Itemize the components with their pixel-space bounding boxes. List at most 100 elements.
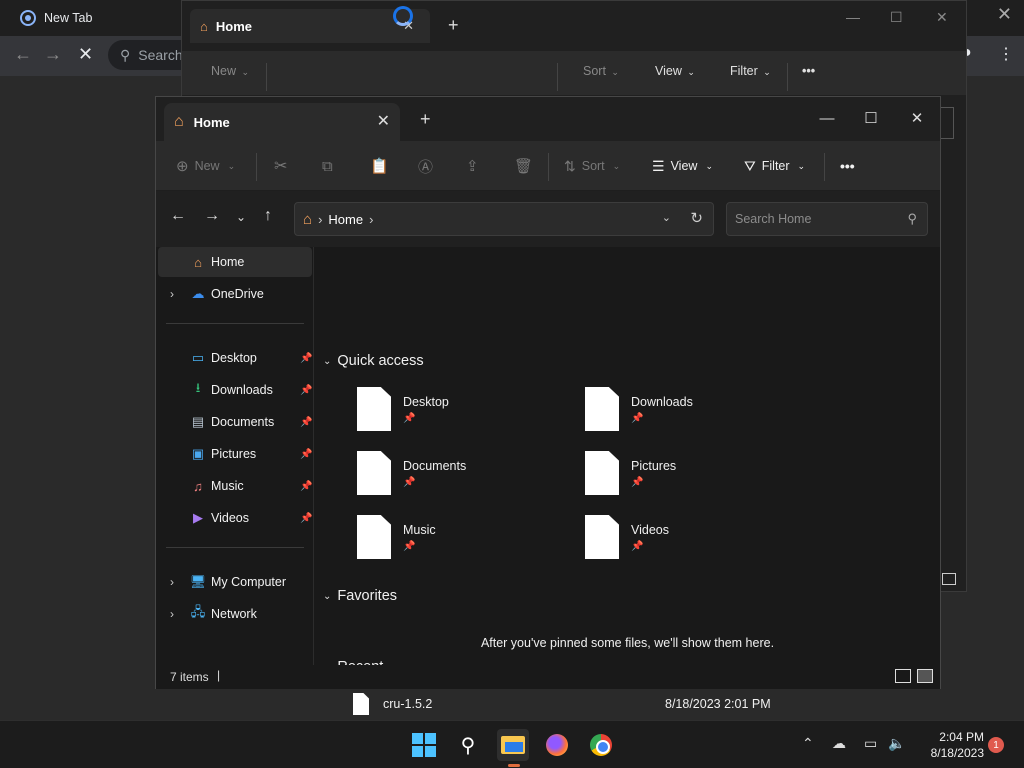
new-button[interactable]: ⊕ New ⌄ — [176, 141, 235, 191]
address-history-icon[interactable]: ⌄ — [662, 211, 671, 224]
start-button[interactable] — [408, 729, 440, 761]
chrome-icon — [590, 734, 612, 756]
sort-button[interactable]: ⇅ Sort ⌄ — [564, 141, 620, 191]
chevron-right-icon[interactable]: › — [170, 287, 174, 301]
browser-forward-icon[interactable]: → — [44, 44, 62, 65]
chrome-favicon-icon — [20, 10, 36, 26]
bg-view-toggle-icon[interactable] — [942, 573, 956, 585]
recent-locations-icon[interactable]: ⌄ — [236, 210, 246, 224]
computer-icon: 🖥 — [189, 574, 207, 589]
sidebar-item-my-computer[interactable]: › 🖥 My Computer — [158, 567, 312, 597]
pictures-icon: ▣ — [191, 446, 205, 461]
search-input[interactable]: Search Home ⚲ — [726, 202, 928, 236]
quick-access-item[interactable]: Music 📌 — [357, 515, 557, 565]
section-quick-access[interactable]: ⌄ Quick access — [323, 353, 424, 369]
bg-new-button[interactable]: New ⌄ — [211, 64, 249, 78]
show-hidden-icons-icon[interactable]: ⌃ — [802, 735, 814, 752]
item-count: 7 items — [170, 670, 209, 684]
file-icon — [357, 387, 391, 431]
desktop-icon: ▭ — [191, 350, 205, 365]
taskbar-firefox[interactable] — [541, 729, 573, 761]
bg-tab-label: Home — [215, 18, 252, 34]
bg-more-button[interactable]: ••• — [802, 64, 815, 78]
back-icon[interactable]: ← — [170, 207, 186, 225]
sidebar-item-documents[interactable]: ▤ Documents 📌 — [158, 407, 313, 437]
taskbar-search-icon[interactable]: ⚲ — [452, 729, 484, 761]
file-icon — [585, 387, 619, 431]
copy-icon[interactable]: ⧉ — [322, 141, 333, 191]
new-tab-icon[interactable]: + — [420, 109, 431, 130]
browser-stop-icon[interactable]: ✕ — [78, 44, 93, 65]
address-bar[interactable]: ⌂ › Home › ⌄ ↻ — [294, 202, 714, 236]
taskbar-file-explorer[interactable] — [497, 729, 529, 761]
sidebar-item-downloads[interactable]: ⭳ Downloads 📌 — [158, 375, 313, 405]
explorer-titlebar: ⌂ Home ✕ + — ☐ ✕ — [156, 97, 940, 141]
tab-close-icon[interactable]: ✕ — [377, 111, 390, 131]
pin-icon: 📌 — [300, 384, 313, 396]
browser-tab[interactable]: New Tab — [8, 4, 188, 32]
refresh-icon[interactable]: ↻ — [690, 209, 703, 227]
sidebar-item-desktop[interactable]: ▭ Desktop 📌 — [158, 343, 313, 373]
downloads-icon: ⭳ — [195, 380, 201, 395]
bg-minimize-icon[interactable]: — — [846, 9, 860, 25]
delete-icon[interactable]: 🗑 — [514, 141, 533, 191]
sidebar-item-home[interactable]: ⌂ Home — [158, 247, 312, 277]
sidebar-item-network[interactable]: › 🖧 Network — [158, 599, 312, 629]
volume-icon[interactable]: 🔈 — [888, 735, 905, 752]
browser-back-icon[interactable]: ← — [14, 44, 32, 65]
minimize-icon[interactable]: — — [804, 103, 850, 133]
bg-view-button[interactable]: View ⌄ — [655, 64, 695, 78]
filter-button[interactable]: ⛛ Filter ⌄ — [744, 141, 805, 191]
sidebar-item-onedrive[interactable]: › ☁ OneDrive — [158, 279, 312, 309]
tiles-view-icon[interactable] — [917, 669, 933, 683]
section-favorites[interactable]: ⌄ Favorites — [323, 588, 397, 604]
chevron-down-icon: ⌄ — [797, 160, 806, 171]
cloud-offline-icon[interactable]: ☁ — [832, 735, 846, 752]
chevron-right-icon[interactable]: › — [170, 607, 174, 621]
close-icon[interactable]: ✕ — [894, 103, 940, 133]
taskbar-chrome[interactable] — [585, 729, 617, 761]
breadcrumb-home[interactable]: Home — [328, 212, 363, 227]
bg-maximize-icon[interactable]: ☐ — [890, 9, 903, 26]
quick-access-item[interactable]: Desktop 📌 — [357, 387, 557, 437]
recent-file-row[interactable]: cru-1.5.2 8/18/2023 2:01 PM — [353, 693, 913, 717]
browser-menu-icon[interactable]: ⋮ — [998, 44, 1014, 64]
filter-icon: ⛛ — [744, 157, 756, 174]
home-icon: ⌂ — [194, 254, 202, 270]
bg-close-icon[interactable]: ✕ — [936, 9, 948, 26]
tab-home[interactable]: ⌂ Home ✕ — [164, 103, 400, 141]
sidebar-item-videos[interactable]: ▶ Videos 📌 — [158, 503, 312, 533]
home-icon: ⌂ — [303, 210, 313, 228]
sidebar-item-pictures[interactable]: ▣ Pictures 📌 — [158, 439, 313, 469]
command-bar: ⊕ New ⌄ ✂ ⧉ 📋 Ⓐ ⇪ 🗑 ⇅ Sort ⌄ ☰ View ⌄ ⛛ … — [156, 141, 940, 191]
chevron-right-icon[interactable]: › — [170, 575, 174, 589]
pin-icon: 📌 — [403, 413, 416, 424]
bg-toolbar: New ⌄ Sort ⌄ View ⌄ Filter ⌄ ••• — [182, 51, 966, 95]
cut-icon[interactable]: ✂ — [274, 141, 287, 191]
browser-close-icon[interactable]: ✕ — [997, 4, 1012, 25]
search-placeholder: Search Home — [735, 212, 812, 226]
rename-icon[interactable]: Ⓐ — [418, 141, 433, 191]
paste-icon[interactable]: 📋 — [370, 141, 389, 191]
up-icon[interactable]: ↑ — [264, 207, 272, 225]
file-explorer-window[interactable]: ⌂ Home ✕ + — ☐ ✕ ⊕ New ⌄ ✂ ⧉ 📋 Ⓐ ⇪ 🗑 ⇅ S… — [155, 96, 941, 715]
bg-new-tab-icon[interactable]: + — [448, 15, 459, 36]
browser-tab-title: New Tab — [44, 11, 93, 25]
view-button[interactable]: ☰ View ⌄ — [652, 141, 713, 191]
quick-access-item[interactable]: Downloads 📌 — [585, 387, 785, 437]
quick-access-item[interactable]: Pictures 📌 — [585, 451, 785, 501]
quick-access-item[interactable]: Documents 📌 — [357, 451, 557, 501]
quick-access-item[interactable]: Videos 📌 — [585, 515, 785, 565]
details-view-icon[interactable] — [895, 669, 911, 683]
bg-filter-button[interactable]: Filter ⌄ — [730, 64, 771, 78]
forward-icon[interactable]: → — [204, 207, 220, 225]
share-icon[interactable]: ⇪ — [466, 141, 479, 191]
more-options-button[interactable]: ••• — [840, 141, 855, 191]
sidebar-item-music[interactable]: ♫ Music 📌 — [158, 471, 312, 501]
system-clock[interactable]: 2:04 PM 8/18/2023 — [914, 729, 984, 761]
breadcrumb-separator-icon[interactable]: › — [369, 212, 373, 227]
maximize-icon[interactable]: ☐ — [848, 103, 894, 133]
notification-badge[interactable]: 1 — [988, 737, 1004, 753]
network-status-icon[interactable]: ▭ — [864, 735, 877, 752]
bg-sort-button[interactable]: Sort ⌄ — [583, 64, 619, 78]
